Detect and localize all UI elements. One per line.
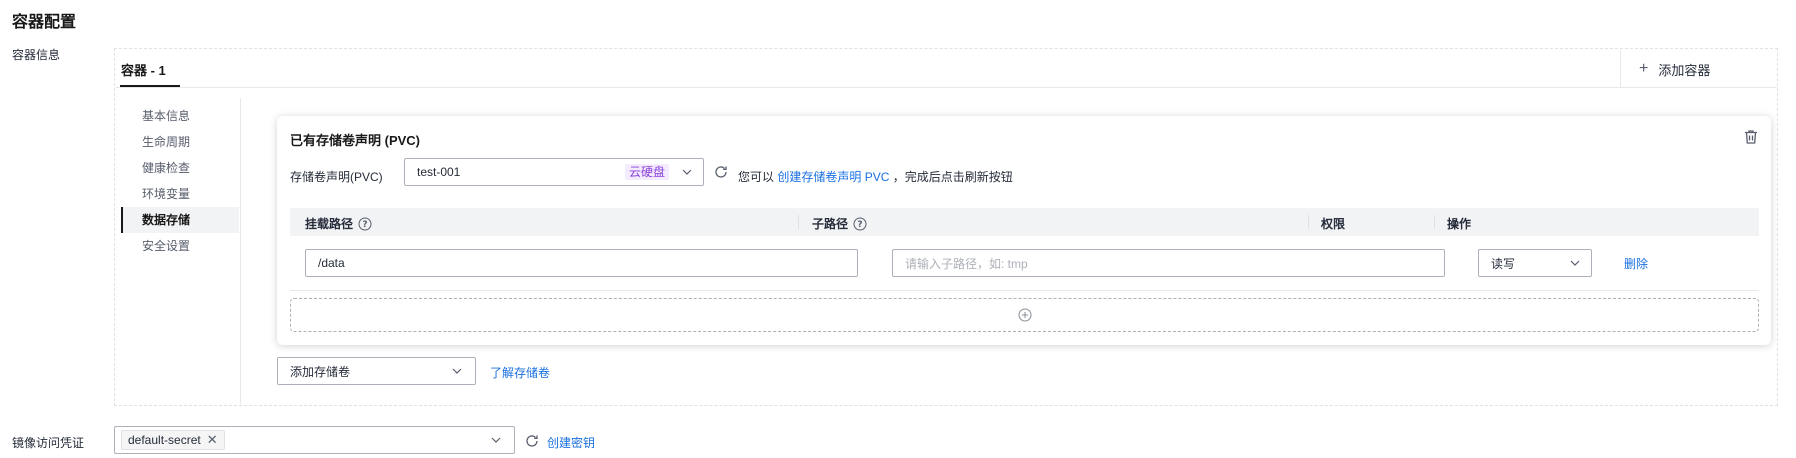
- pvc-card: 已有存储卷声明 (PVC) 存储卷声明(PVC) test-001 云硬盘 您可…: [277, 116, 1771, 345]
- nav-item-health-check[interactable]: 健康检查: [121, 155, 239, 181]
- help-icon[interactable]: ?: [358, 217, 372, 231]
- th-permission: 权限: [1321, 217, 1346, 231]
- add-mount-row-button[interactable]: [290, 298, 1759, 332]
- add-container-label: 添加容器: [1658, 62, 1711, 78]
- image-secret-label: 镜像访问凭证: [12, 436, 85, 450]
- svg-text:?: ?: [362, 220, 367, 230]
- refresh-icon[interactable]: [713, 164, 729, 180]
- chevron-down-icon: [682, 169, 692, 175]
- svg-text:?: ?: [857, 220, 862, 230]
- pvc-field-label: 存储卷声明(PVC): [290, 170, 383, 184]
- chevron-down-icon: [1570, 260, 1580, 266]
- help-icon[interactable]: ?: [853, 217, 867, 231]
- add-volume-select[interactable]: 添加存储卷: [277, 357, 476, 385]
- pvc-select[interactable]: test-001 云硬盘: [404, 158, 704, 186]
- pvc-card-title: 已有存储卷声明 (PVC): [290, 133, 421, 148]
- pvc-hint: 您可以 创建存储卷声明 PVC ，完成后点击刷新按钮: [738, 168, 1013, 185]
- tab-active-indicator: [120, 85, 180, 87]
- add-container-button[interactable]: + 添加容器: [1620, 50, 1777, 88]
- add-volume-select-value: 添加存储卷: [290, 364, 351, 379]
- th-sub-path-label: 子路径: [812, 217, 849, 231]
- th-divider: [1308, 215, 1309, 229]
- th-action: 操作: [1447, 217, 1472, 231]
- create-secret-link[interactable]: 创建密钥: [547, 434, 595, 451]
- row-divider: [290, 290, 1759, 291]
- mount-path-input[interactable]: /data: [305, 249, 858, 277]
- nav-item-env-vars[interactable]: 环境变量: [121, 181, 239, 207]
- trash-icon[interactable]: [1742, 128, 1760, 146]
- pvc-select-value: test-001: [417, 165, 461, 179]
- secret-chip: default-secret ✕: [121, 430, 225, 450]
- plus-icon: +: [1639, 60, 1649, 77]
- nav-item-data-storage[interactable]: 数据存储: [121, 207, 239, 233]
- container-side-nav: 基本信息 生命周期 健康检查 环境变量 数据存储 安全设置: [121, 98, 241, 404]
- container-info-label: 容器信息: [12, 48, 61, 62]
- th-divider: [1434, 215, 1435, 229]
- nav-item-basic-info[interactable]: 基本信息: [121, 103, 239, 129]
- th-sub-path: 子路径 ?: [812, 215, 867, 232]
- close-icon[interactable]: ✕: [207, 432, 218, 448]
- image-secret-select[interactable]: default-secret ✕: [114, 426, 515, 454]
- th-mount-path-label: 挂载路径: [305, 217, 354, 231]
- permission-select[interactable]: 读写: [1478, 249, 1592, 277]
- th-mount-path: 挂载路径 ?: [305, 215, 372, 232]
- permission-select-value: 读写: [1491, 256, 1516, 271]
- pvc-hint-suffix: ，完成后点击刷新按钮: [892, 170, 1013, 184]
- th-divider: [798, 215, 799, 229]
- learn-volume-link[interactable]: 了解存储卷: [490, 364, 550, 381]
- refresh-icon[interactable]: [524, 433, 540, 449]
- sub-path-input[interactable]: 请输入子路径，如: tmp: [892, 249, 1445, 277]
- nav-item-lifecycle[interactable]: 生命周期: [121, 129, 239, 155]
- page-title: 容器配置: [12, 14, 77, 31]
- chevron-down-icon: [452, 368, 462, 374]
- tab-container-1[interactable]: 容器 - 1: [121, 60, 166, 79]
- create-pvc-link[interactable]: 创建存储卷声明 PVC: [777, 170, 889, 184]
- pvc-hint-prefix: 您可以: [738, 170, 775, 184]
- secret-chip-label: default-secret: [128, 433, 201, 447]
- chevron-down-icon: [491, 437, 501, 443]
- nav-item-security[interactable]: 安全设置: [121, 233, 239, 259]
- cloud-disk-tag: 云硬盘: [624, 164, 669, 180]
- container-tab-bar: 容器 - 1 + 添加容器: [115, 50, 1777, 88]
- plus-circle-icon: [1018, 308, 1031, 322]
- delete-row-link[interactable]: 删除: [1624, 255, 1648, 272]
- mount-table-header: 挂载路径 ? 子路径 ? 权限 操作: [290, 208, 1759, 236]
